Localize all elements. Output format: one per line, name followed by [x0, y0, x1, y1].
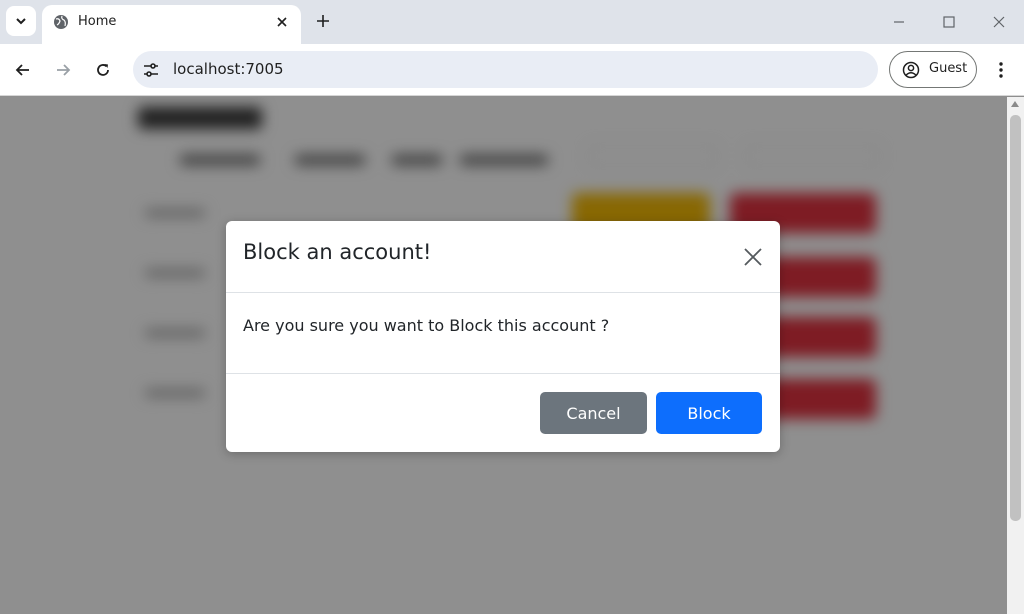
close-icon [277, 17, 287, 27]
arrow-right-icon [57, 64, 71, 76]
url-text: localhost:7005 [173, 60, 284, 78]
scroll-up-arrow[interactable] [1011, 101, 1019, 107]
minimize-icon [894, 21, 904, 23]
tune-icon [144, 63, 158, 77]
block-account-modal: Block an account! Are you sure you want … [226, 221, 780, 452]
close-icon [993, 16, 1005, 28]
maximize-icon [943, 16, 955, 28]
forward-button[interactable] [51, 58, 75, 82]
close-icon [744, 248, 762, 266]
back-button[interactable] [11, 58, 35, 82]
close-window-button[interactable] [989, 12, 1009, 32]
tab-close-button[interactable] [273, 13, 291, 31]
chevron-down-icon [16, 18, 26, 25]
browser-tab-home[interactable]: Home [42, 5, 301, 44]
tab-title: Home [78, 14, 117, 29]
globe-icon [54, 15, 68, 29]
address-bar[interactable]: localhost:7005 [133, 51, 878, 88]
browser-tab-strip: Home [0, 0, 1024, 44]
plus-icon [317, 15, 329, 27]
modal-header: Block an account! [226, 221, 780, 293]
profile-label: Guest [929, 61, 968, 76]
minimize-button[interactable] [889, 12, 909, 32]
new-tab-button[interactable] [312, 10, 334, 32]
scroll-thumb[interactable] [1010, 115, 1021, 521]
maximize-button[interactable] [939, 12, 959, 32]
modal-body: Are you sure you want to Block this acco… [226, 293, 780, 374]
account-circle-icon [902, 61, 920, 79]
modal-close-button[interactable] [740, 244, 766, 270]
tab-search-button[interactable] [6, 6, 36, 36]
arrow-left-icon [15, 64, 29, 76]
reload-button[interactable] [91, 58, 115, 82]
cancel-button[interactable]: Cancel [540, 392, 647, 434]
modal-message: Are you sure you want to Block this acco… [243, 316, 610, 335]
page-scrollbar[interactable] [1007, 97, 1024, 614]
block-button[interactable]: Block [656, 392, 762, 434]
browser-toolbar: localhost:7005 Guest [0, 44, 1024, 96]
profile-button[interactable]: Guest [889, 51, 977, 88]
more-vertical-icon [999, 62, 1003, 78]
modal-title: Block an account! [243, 240, 432, 264]
browser-menu-button[interactable] [990, 58, 1012, 82]
reload-icon [97, 64, 109, 76]
